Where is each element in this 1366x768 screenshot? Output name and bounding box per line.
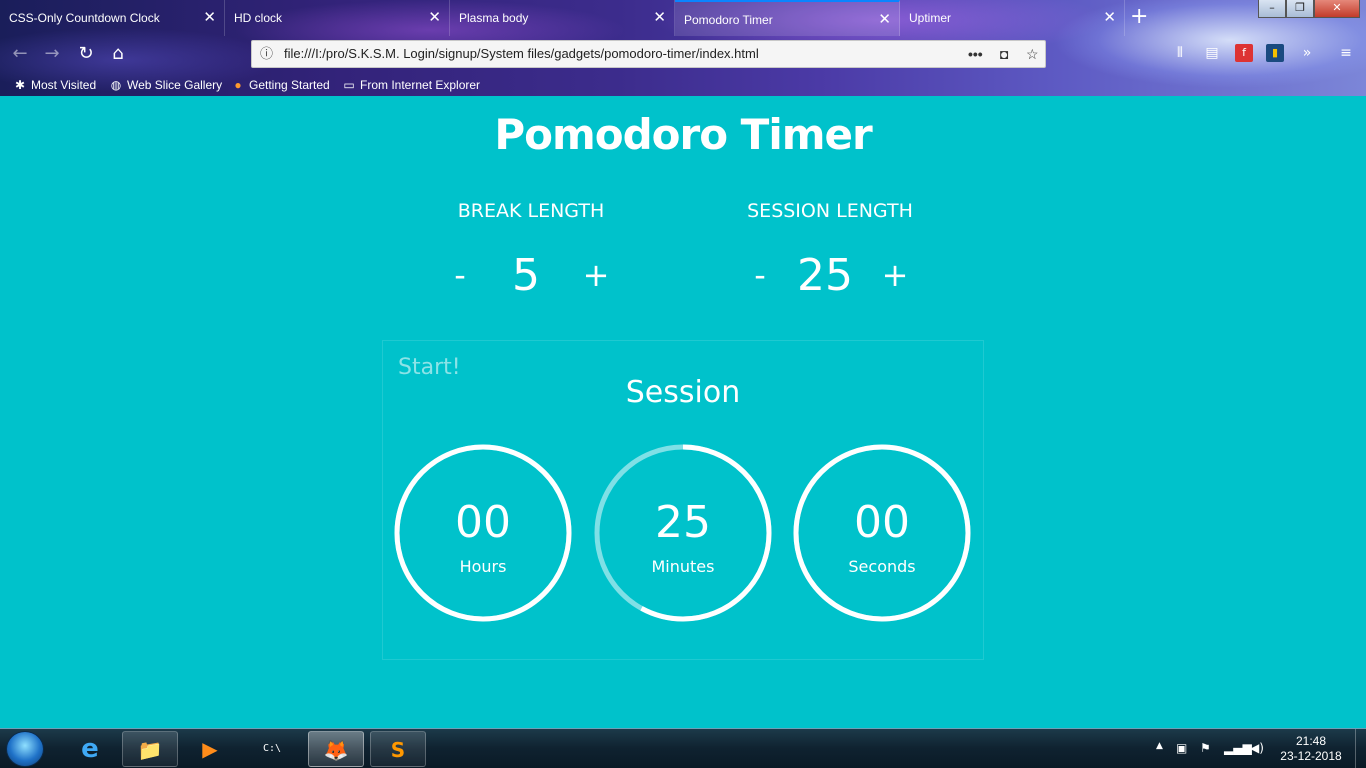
firefox-icon: ● <box>234 78 242 92</box>
session-decrement-button[interactable]: - <box>740 256 780 294</box>
action-center-flag-icon[interactable]: ⚑ <box>1200 741 1211 755</box>
url-text[interactable]: file:///I:/pro/S.K.S.M. Login/signup/Sys… <box>284 41 759 67</box>
seconds-value: 00 <box>854 497 910 548</box>
break-length-label: BREAK LENGTH <box>457 200 605 222</box>
hours-value: 00 <box>455 497 511 548</box>
bookmark-from-internet-explorer[interactable]: ▭ From Internet Explorer <box>341 75 480 95</box>
seconds-dial: 00 Seconds <box>792 443 972 623</box>
hours-label: Hours <box>459 557 507 576</box>
bookmark-label: Web Slice Gallery <box>127 78 223 92</box>
clock-time: 21:48 <box>1295 734 1327 748</box>
command-prompt-icon[interactable]: C:\ <box>244 731 300 767</box>
tab-title: CSS-Only Countdown Clock <box>9 11 160 25</box>
volume-icon[interactable]: ◀) <box>1250 741 1264 755</box>
bookmark-label: Getting Started <box>249 78 330 92</box>
bookmark-star-icon[interactable]: ☆ <box>1026 41 1039 67</box>
close-icon[interactable]: ✕ <box>428 0 441 36</box>
tab-title: HD clock <box>234 11 283 25</box>
bookmark-label: Most Visited <box>31 78 97 92</box>
tab-hd-clock[interactable]: HD clock ✕ <box>225 0 450 36</box>
file-explorer-icon[interactable]: 📁 <box>122 731 178 767</box>
bookmark-label: From Internet Explorer <box>360 78 481 92</box>
window-close-icon[interactable]: ✕ <box>1314 0 1360 18</box>
internet-explorer-icon[interactable]: e <box>62 731 118 767</box>
folder-icon: ▭ <box>343 78 355 92</box>
sidebar-icon[interactable]: ▤ <box>1203 44 1221 62</box>
timer-panel: Start! Session 00 Hours 25 Minutes 00 Se… <box>382 340 984 660</box>
tab-strip: CSS-Only Countdown Clock ✕ HD clock ✕ Pl… <box>0 0 1366 36</box>
show-hidden-icons-icon[interactable]: ▲ <box>1156 741 1163 751</box>
sublime-text-icon[interactable]: S <box>370 731 426 767</box>
tab-title: Plasma body <box>459 11 529 25</box>
break-decrement-button[interactable]: - <box>440 256 480 294</box>
clock-date: 23-12-2018 <box>1280 749 1342 763</box>
url-bar[interactable]: ⓘ file:///I:/pro/S.K.S.M. Login/signup/S… <box>251 40 1046 68</box>
show-desktop-button[interactable] <box>1355 729 1366 768</box>
tab-plasma-body[interactable]: Plasma body ✕ <box>450 0 675 36</box>
window-controls: – ❐ ✕ <box>1258 0 1360 18</box>
gear-icon: ✱ <box>14 78 26 92</box>
hours-dial: 00 Hours <box>393 443 573 623</box>
library-icon[interactable]: ⫴ <box>1171 44 1189 62</box>
media-player-icon[interactable]: ▶ <box>182 731 238 767</box>
back-arrow-icon[interactable]: ← <box>8 42 32 66</box>
seconds-label: Seconds <box>848 557 916 576</box>
network-share-icon[interactable]: ▣ <box>1176 741 1187 755</box>
page-title: Pomodoro Timer <box>494 110 872 159</box>
minutes-label: Minutes <box>651 557 715 576</box>
bookmark-getting-started[interactable]: ● Getting Started <box>230 75 330 95</box>
page-content: Pomodoro Timer BREAK LENGTH - 5 + SESSIO… <box>0 96 1366 728</box>
close-icon[interactable]: ✕ <box>1103 0 1116 36</box>
tab-countdown-clock[interactable]: CSS-Only Countdown Clock ✕ <box>0 0 225 36</box>
page-actions-icon[interactable]: ••• <box>968 41 983 67</box>
bookmark-web-slice-gallery[interactable]: ◍ Web Slice Gallery <box>108 75 222 95</box>
firefox-icon[interactable]: 🦊 <box>308 731 364 767</box>
close-icon[interactable]: ✕ <box>878 2 891 38</box>
tab-title: Pomodoro Timer <box>684 13 773 27</box>
new-tab-plus-icon[interactable]: + <box>1130 4 1148 30</box>
hamburger-menu-icon[interactable]: ≡ <box>1337 44 1355 62</box>
session-length-value: 25 <box>797 250 853 301</box>
globe-icon: ◍ <box>110 78 122 92</box>
start-menu-icon[interactable] <box>6 731 44 767</box>
overflow-chevron-icon[interactable]: » <box>1298 44 1316 62</box>
tab-title: Uptimer <box>909 11 952 25</box>
tab-pomodoro-timer[interactable]: Pomodoro Timer ✕ <box>675 0 900 36</box>
bookmarks-toolbar: ✱ Most Visited ◍ Web Slice Gallery ● Gettin… <box>0 74 1366 96</box>
taskbar: e 📁 ▶ C:\ 🦊 S ▲ ▣ ⚑ ▂▄▆ ◀) 21:48 23-12-2018 <box>0 728 1366 768</box>
tab-uptimer[interactable]: Uptimer ✕ <box>900 0 1125 36</box>
break-increment-button[interactable]: + <box>576 256 616 294</box>
forward-arrow-icon[interactable]: → <box>40 42 64 66</box>
signal-strength-icon[interactable]: ▂▄▆ <box>1224 741 1252 755</box>
reload-icon[interactable]: ↻ <box>74 42 98 66</box>
close-icon[interactable]: ✕ <box>653 0 666 36</box>
maximize-icon[interactable]: ❐ <box>1286 0 1314 18</box>
close-icon[interactable]: ✕ <box>203 0 216 36</box>
bookmark-most-visited[interactable]: ✱ Most Visited <box>12 75 96 95</box>
minimize-icon[interactable]: – <box>1258 0 1286 18</box>
browser-chrome: CSS-Only Countdown Clock ✕ HD clock ✕ Pl… <box>0 0 1366 96</box>
break-length-value: 5 <box>512 250 540 301</box>
system-clock[interactable]: 21:48 23-12-2018 <box>1272 734 1350 764</box>
mode-label: Session <box>625 375 741 410</box>
stats-addon-icon[interactable]: ▮ <box>1266 44 1284 62</box>
minutes-dial: 25 Minutes <box>593 443 773 623</box>
info-icon[interactable]: ⓘ <box>260 41 273 67</box>
flash-addon-icon[interactable]: f <box>1235 44 1253 62</box>
session-increment-button[interactable]: + <box>875 256 915 294</box>
session-length-label: SESSION LENGTH <box>747 200 913 222</box>
minutes-value: 25 <box>655 497 711 548</box>
home-icon[interactable]: ⌂ <box>106 42 130 66</box>
pocket-icon[interactable]: ◘ <box>1000 41 1008 67</box>
